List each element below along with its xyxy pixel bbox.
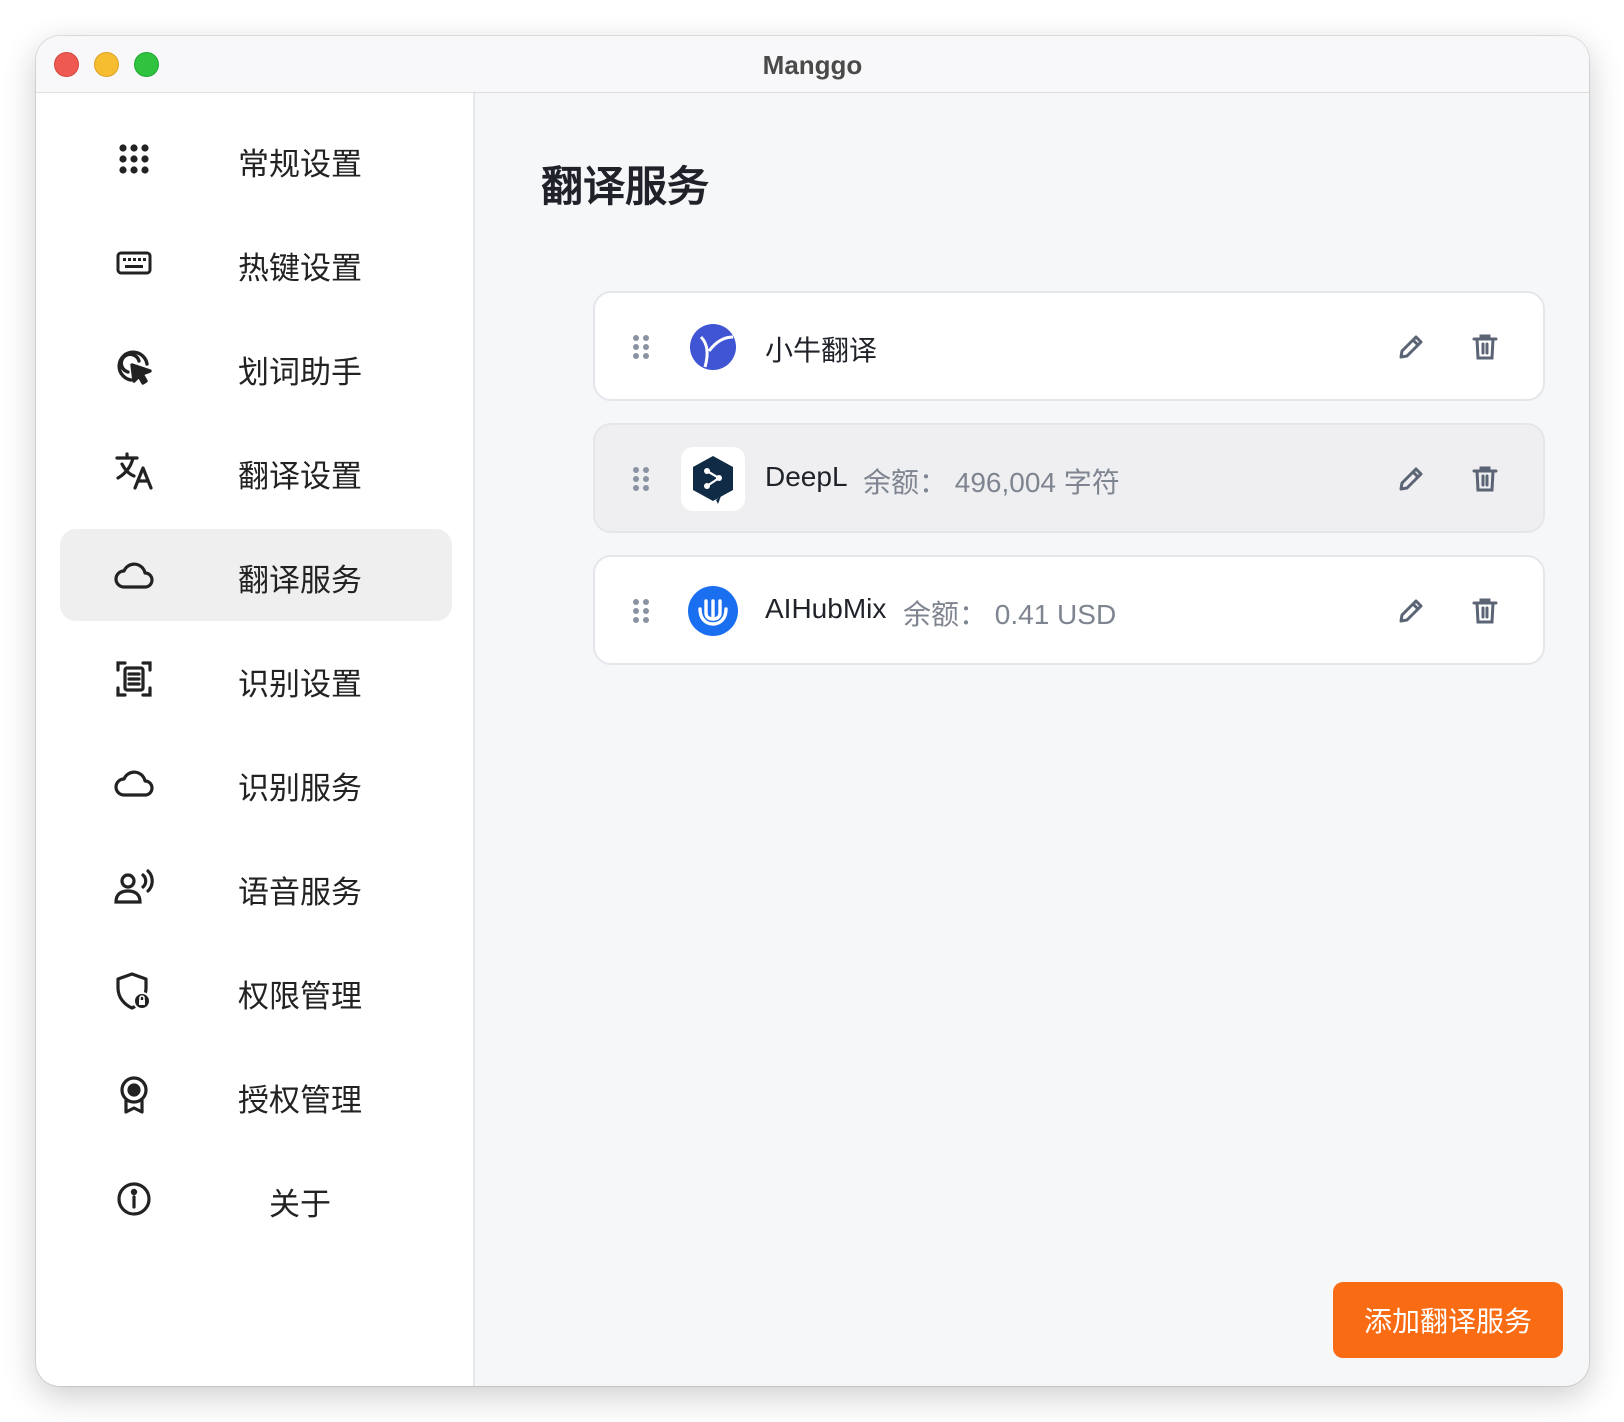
keyboard-icon <box>114 243 154 283</box>
cloud-icon <box>114 555 154 595</box>
shield-lock-icon <box>114 971 154 1011</box>
sidebar-item-label: 划词助手 <box>238 355 362 390</box>
service-name: AIHubMix <box>765 593 887 624</box>
delete-button[interactable] <box>1467 329 1503 365</box>
sidebar-item-label: 翻译服务 <box>238 563 362 598</box>
service-card[interactable]: 小牛翻译 <box>593 291 1545 401</box>
title-bar: Manggo <box>36 36 1589 93</box>
edit-button[interactable] <box>1393 461 1429 497</box>
pencil-icon <box>1399 335 1423 359</box>
voice-user-icon <box>114 867 154 907</box>
cloud-icon <box>114 763 154 803</box>
delete-button[interactable] <box>1467 461 1503 497</box>
service-balance: 余额： 0.41 USD <box>903 599 1117 630</box>
sidebar-item-label: 识别服务 <box>238 771 362 806</box>
trash-icon <box>1472 466 1498 492</box>
cursor-click-icon <box>114 347 154 387</box>
window-title: Manggo <box>762 50 863 80</box>
edit-button[interactable] <box>1393 329 1429 365</box>
service-name: DeepL <box>765 461 848 492</box>
add-translation-service-button[interactable]: 添加翻译服务 <box>1333 1282 1563 1358</box>
sidebar-item-general[interactable]: 常规设置 <box>60 113 452 205</box>
niutrans-logo-icon <box>681 315 745 379</box>
sidebar-item-selection-assistant[interactable]: 划词助手 <box>60 321 452 413</box>
sidebar-item-about[interactable]: 关于 <box>60 1153 452 1245</box>
pencil-icon <box>1399 467 1423 491</box>
sidebar-item-voice-services[interactable]: 语音服务 <box>60 841 452 933</box>
delete-button[interactable] <box>1467 593 1503 629</box>
deepl-logo-icon <box>681 447 745 511</box>
service-card[interactable]: DeepL 余额： 496,004 字符 <box>593 423 1545 533</box>
drag-handle-icon[interactable] <box>631 597 651 625</box>
sidebar-item-label: 翻译设置 <box>238 459 362 494</box>
sidebar-item-ocr-services[interactable]: 识别服务 <box>60 737 452 829</box>
service-balance: 余额： 496,004 字符 <box>863 467 1120 498</box>
drag-handle-icon[interactable] <box>631 333 651 361</box>
service-card[interactable]: AIHubMix 余额： 0.41 USD <box>593 555 1545 665</box>
sidebar-item-label: 识别设置 <box>238 667 362 702</box>
sidebar-item-ocr-settings[interactable]: 识别设置 <box>60 633 452 725</box>
app-window: Manggo 常规设置 热键设置 划词助手 翻译设置 翻译服务 识别设置 识别服… <box>36 36 1589 1386</box>
aihubmix-logo-icon <box>681 579 745 643</box>
sidebar-item-translation-services[interactable]: 翻译服务 <box>60 529 452 621</box>
sidebar-item-label: 授权管理 <box>238 1083 362 1118</box>
sidebar-item-permissions[interactable]: 权限管理 <box>60 945 452 1037</box>
sidebar-item-label: 热键设置 <box>238 251 362 286</box>
trash-icon <box>1472 598 1498 624</box>
sidebar-item-license[interactable]: 授权管理 <box>60 1049 452 1141</box>
trash-icon <box>1472 334 1498 360</box>
grid-icon <box>114 139 154 179</box>
info-icon <box>114 1179 154 1219</box>
sidebar-item-label: 关于 <box>269 1187 331 1222</box>
sidebar-item-label: 权限管理 <box>238 979 362 1014</box>
sidebar-item-translation-settings[interactable]: 翻译设置 <box>60 425 452 517</box>
main-panel: 翻译服务 小牛翻译 DeepL 余额： 496,004 字符 AIHubMix … <box>477 93 1589 1386</box>
scan-text-icon <box>114 659 154 699</box>
badge-award-icon <box>114 1075 154 1115</box>
edit-button[interactable] <box>1393 593 1429 629</box>
service-name: 小牛翻译 <box>765 335 878 366</box>
sidebar: 常规设置 热键设置 划词助手 翻译设置 翻译服务 识别设置 识别服务 语音服务 … <box>36 93 475 1386</box>
sidebar-item-label: 常规设置 <box>238 147 362 182</box>
sidebar-item-hotkeys[interactable]: 热键设置 <box>60 217 452 309</box>
pencil-icon <box>1399 599 1423 623</box>
translate-icon <box>114 451 154 491</box>
sidebar-item-label: 语音服务 <box>238 875 362 910</box>
drag-handle-icon[interactable] <box>631 465 651 493</box>
page-title: 翻译服务 <box>541 163 710 210</box>
